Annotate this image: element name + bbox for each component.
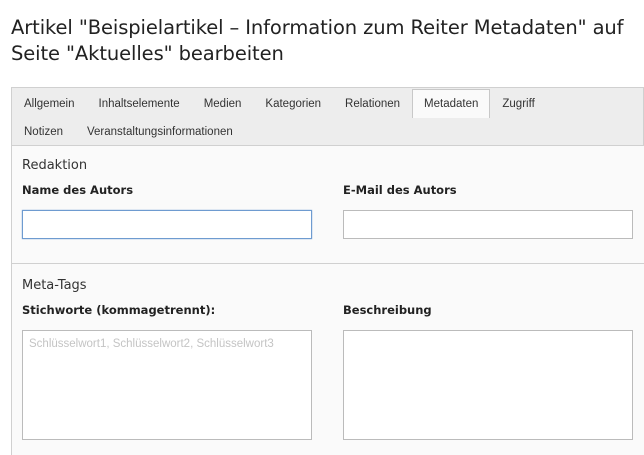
page-title: Artikel "Beispielartikel – Information z… xyxy=(11,16,624,65)
description-textarea[interactable] xyxy=(343,330,633,440)
author-name-input[interactable] xyxy=(22,210,312,239)
author-name-label: Name des Autors xyxy=(22,183,134,197)
tab-metadaten[interactable]: Metadaten xyxy=(412,89,491,118)
author-email-input[interactable] xyxy=(343,210,633,239)
keywords-label: Stichworte (kommagetrennt): xyxy=(22,303,216,317)
section-redaktion: Redaktion Name des Autors E-Mail des Aut… xyxy=(12,146,644,264)
tab-veranstaltungsinformationen[interactable]: Veranstaltungsinformationen xyxy=(75,117,245,145)
section-meta-tags: Meta-Tags Stichworte (kommagetrennt): Be… xyxy=(12,264,644,455)
author-email-label: E-Mail des Autors xyxy=(343,183,457,197)
tab-notizen[interactable]: Notizen xyxy=(12,117,75,145)
section-title-meta-tags: Meta-Tags xyxy=(22,278,87,293)
tab-kategorien[interactable]: Kategorien xyxy=(253,89,333,117)
tab-zugriff[interactable]: Zugriff xyxy=(490,89,546,117)
tab-allgemein[interactable]: Allgemein xyxy=(12,89,87,117)
tab-row-1: Allgemein Inhaltselemente Medien Kategor… xyxy=(12,89,547,118)
description-label: Beschreibung xyxy=(343,303,432,317)
tab-content-panel: Redaktion Name des Autors E-Mail des Aut… xyxy=(11,145,644,455)
tab-bar: Allgemein Inhaltselemente Medien Kategor… xyxy=(11,87,644,145)
keywords-textarea[interactable] xyxy=(22,330,312,440)
section-title-redaktion: Redaktion xyxy=(22,158,88,173)
tab-row-2: Notizen Veranstaltungsinformationen xyxy=(12,117,245,145)
tab-inhaltselemente[interactable]: Inhaltselemente xyxy=(87,89,192,117)
tab-relationen[interactable]: Relationen xyxy=(333,89,412,117)
tab-medien[interactable]: Medien xyxy=(192,89,254,117)
